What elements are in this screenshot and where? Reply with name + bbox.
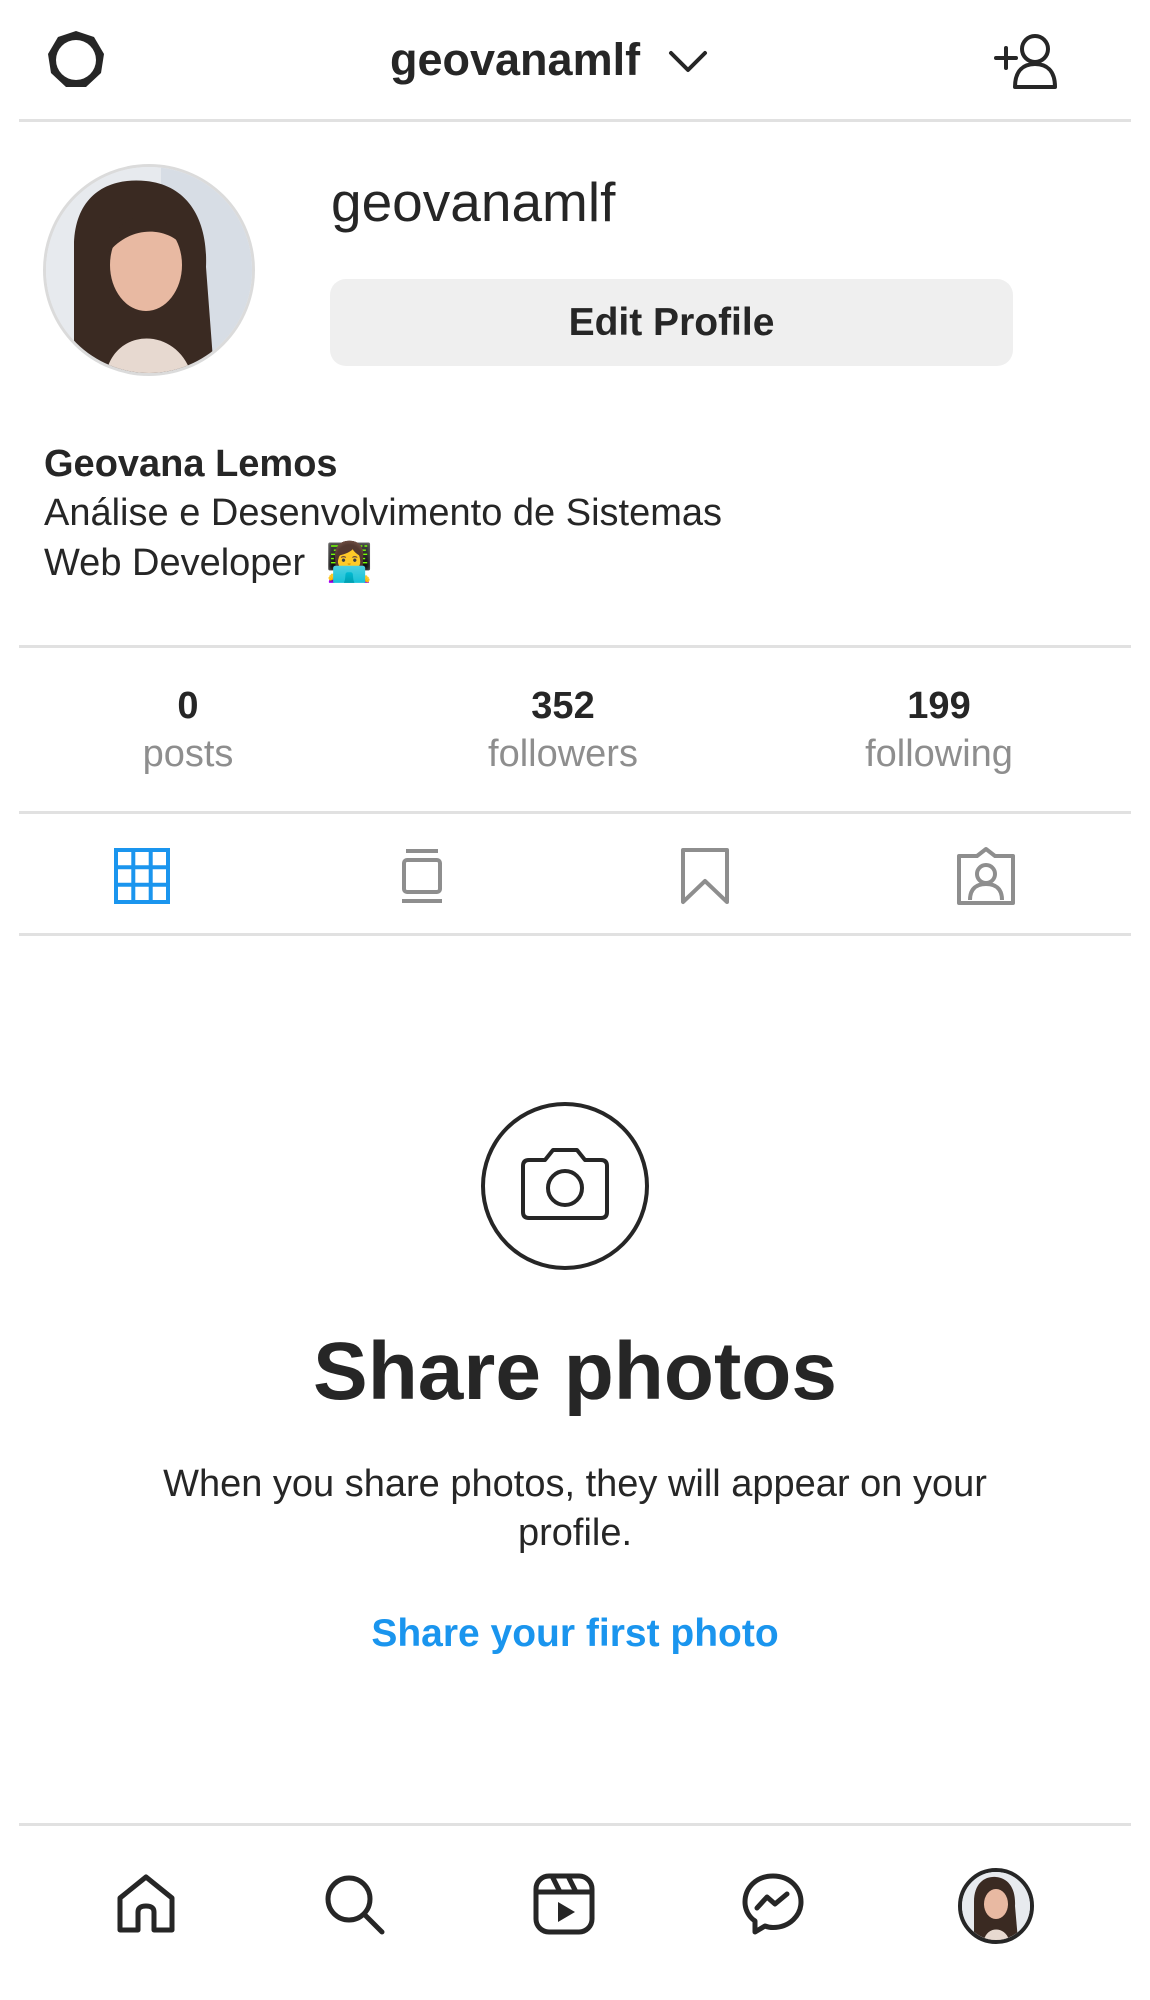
chevron-down-icon [668, 34, 708, 86]
stat-label: followers [488, 733, 638, 775]
stat-value: 0 [177, 685, 199, 727]
empty-state-title: Share photos [313, 1326, 837, 1417]
profile-username: geovanamlf [331, 171, 616, 233]
igtv-icon [400, 848, 444, 909]
nav-reels[interactable] [514, 1856, 614, 1956]
home-icon [114, 1872, 178, 1941]
stats-bottom-divider [19, 811, 1131, 814]
stat-label: posts [142, 733, 234, 775]
search-icon [322, 1872, 386, 1941]
stat-value: 352 [531, 685, 595, 727]
stat-followers[interactable]: 352 followers [413, 682, 713, 778]
header-divider [19, 119, 1131, 122]
account-switcher[interactable]: geovanamlf [390, 30, 708, 90]
add-user-button[interactable] [992, 30, 1064, 96]
edit-profile-button[interactable]: Edit Profile [330, 279, 1013, 366]
tab-igtv[interactable] [362, 830, 482, 926]
profile-avatar[interactable] [43, 164, 255, 376]
technologist-emoji: 👩‍💻 [325, 542, 374, 584]
gear-icon [43, 27, 109, 98]
nav-search[interactable] [304, 1856, 404, 1956]
reels-icon [532, 1872, 596, 1941]
tabs-divider [19, 933, 1131, 936]
stat-following[interactable]: 199 following [789, 682, 1089, 778]
add-user-icon [992, 32, 1064, 95]
camera-icon [517, 1146, 613, 1227]
nav-profile[interactable] [946, 1856, 1046, 1956]
empty-state-circle [481, 1102, 649, 1270]
bottom-nav-divider [19, 1823, 1131, 1826]
tab-saved[interactable] [645, 830, 765, 926]
bio-name: Geovana Lemos [44, 443, 338, 485]
empty-state-description: When you share photos, they will appear … [163, 1463, 987, 1554]
stats-top-divider [19, 645, 1131, 648]
tagged-icon [955, 846, 1017, 911]
settings-button[interactable] [42, 28, 110, 96]
stat-label: following [865, 733, 1013, 775]
stat-posts[interactable]: 0 posts [38, 682, 338, 778]
bio-line-2-text: Web Developer [44, 542, 306, 584]
messenger-icon [741, 1872, 805, 1941]
bio-line-2: Web Developer 👩‍💻 [44, 541, 373, 585]
nav-profile-avatar [958, 1868, 1034, 1944]
nav-messenger[interactable] [723, 1856, 823, 1956]
nav-home[interactable] [96, 1856, 196, 1956]
grid-icon [114, 847, 170, 909]
bio-line-1: Análise e Desenvolvimento de Sistemas [44, 492, 723, 534]
tab-tagged[interactable] [926, 830, 1046, 926]
tab-grid[interactable] [82, 830, 202, 926]
share-first-photo-link[interactable]: Share your first photo [0, 1612, 1150, 1656]
stat-value: 199 [907, 685, 971, 727]
header-username: geovanamlf [390, 34, 641, 85]
bookmark-icon [679, 847, 731, 910]
